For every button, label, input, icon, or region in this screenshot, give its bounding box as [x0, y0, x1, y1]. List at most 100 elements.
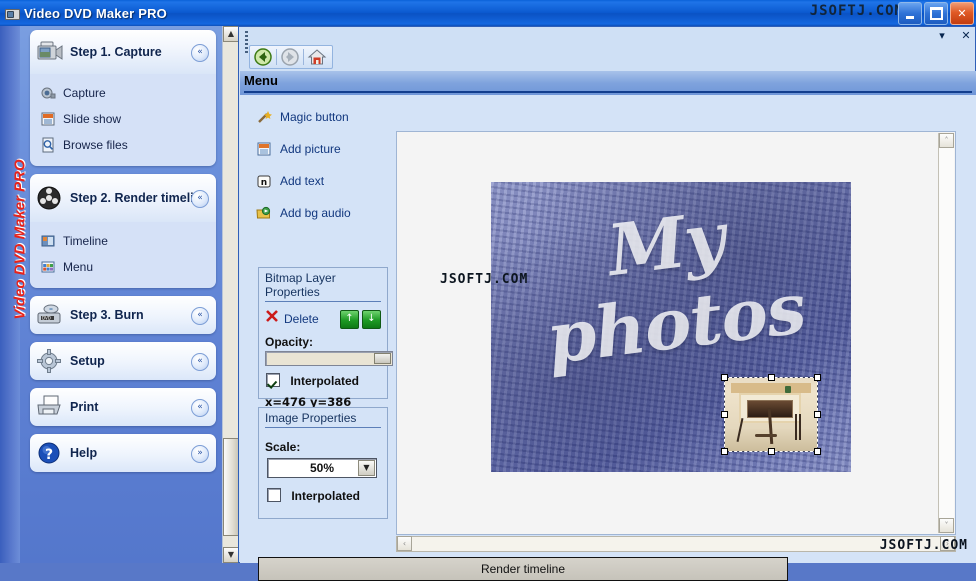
menu-canvas[interactable]: My photos — [396, 131, 956, 535]
opacity-label: Opacity: — [259, 329, 387, 351]
render-timeline-button[interactable]: Render timeline — [258, 557, 788, 581]
menu-grid-icon — [40, 259, 56, 275]
bitmap-interpolated-row[interactable]: Interpolated — [259, 366, 387, 388]
heading-rule — [244, 91, 972, 93]
back-icon[interactable] — [253, 47, 273, 67]
scroll-up-button[interactable]: ˄ — [939, 133, 954, 148]
chevron-down-icon[interactable]: » — [191, 445, 209, 463]
canvas-horizontal-scrollbar[interactable]: ‹ › — [396, 536, 956, 552]
image-properties-group: Image Properties Scale: 50% ▼ Interpolat… — [258, 407, 388, 519]
image-interpolated-checkbox[interactable] — [267, 488, 281, 502]
scrollbar-thumb[interactable] — [223, 438, 239, 536]
pane-header-step1[interactable]: Step 1. Capture « — [30, 30, 216, 74]
chevron-up-icon[interactable]: « — [191, 353, 209, 371]
menu-background-image[interactable]: My photos — [491, 182, 851, 472]
toolbar-separator — [303, 49, 304, 65]
resize-handle-ne[interactable] — [814, 374, 821, 381]
group-rule — [265, 301, 381, 302]
close-icon[interactable]: ✕ — [959, 29, 973, 43]
bitmap-interpolated-label: Interpolated — [290, 374, 359, 388]
svg-text:?: ? — [45, 447, 53, 463]
pane-title-step1: Step 1. Capture — [70, 46, 162, 59]
resize-handle-w[interactable] — [721, 411, 728, 418]
link-magic-button[interactable]: Magic button — [246, 101, 386, 133]
canvas-vertical-scrollbar[interactable]: ˄ ˅ — [938, 133, 954, 533]
scroll-down-button[interactable]: ▼ — [223, 547, 239, 563]
chevron-up-icon[interactable]: « — [191, 44, 209, 62]
chevron-up-icon[interactable]: « — [191, 190, 209, 208]
home-icon[interactable] — [307, 47, 327, 67]
minimize-button[interactable] — [898, 2, 922, 25]
window-title: Video DVD Maker PRO — [24, 6, 167, 21]
resize-handle-n[interactable] — [768, 374, 775, 381]
add-text-icon: n — [256, 173, 272, 189]
title-watermark: JSOFTJ.COM — [810, 3, 904, 19]
resize-handle-s[interactable] — [768, 448, 775, 455]
slider-thumb[interactable] — [374, 353, 391, 364]
resize-handle-se[interactable] — [814, 448, 821, 455]
resize-handle-sw[interactable] — [721, 448, 728, 455]
pane-body-step1: Capture Slide show — [30, 74, 216, 166]
close-button[interactable]: ✕ — [950, 2, 974, 25]
scale-value: 50% — [310, 461, 334, 475]
sidebar-pane-step1: Step 1. Capture « Capture — [30, 30, 216, 166]
sidebar-item-label: Slide show — [63, 112, 121, 126]
pane-header-step3[interactable]: DVD Step 3. Burn « — [30, 296, 216, 334]
link-add-bg-audio[interactable]: Add bg audio — [246, 197, 386, 229]
link-add-text[interactable]: n Add text — [246, 165, 386, 197]
sidebar-item-browse-files[interactable]: Browse files — [30, 132, 216, 158]
scale-select[interactable]: 50% ▼ — [267, 458, 377, 478]
pane-header-step2[interactable]: Step 2. Render timeline « — [30, 174, 216, 222]
move-layer-down-button[interactable]: ↓ — [362, 310, 381, 329]
sidebar-pane-step3: DVD Step 3. Burn « — [30, 296, 216, 334]
image-interpolated-row[interactable]: Interpolated — [259, 478, 387, 503]
sidebar-item-menu[interactable]: Menu — [30, 254, 216, 280]
scroll-down-button[interactable]: ˅ — [939, 518, 954, 533]
sidebar-pane-step2: Step 2. Render timeline « Timeline — [30, 174, 216, 288]
chevron-up-icon[interactable]: « — [191, 399, 209, 417]
scroll-left-button[interactable]: ‹ — [397, 536, 412, 551]
svg-text:DVD: DVD — [42, 316, 51, 321]
delete-button[interactable]: Delete — [284, 312, 319, 326]
opacity-slider[interactable] — [265, 351, 393, 366]
sidebar-item-slide-show[interactable]: Slide show — [30, 106, 216, 132]
window-controls: ✕ — [898, 2, 974, 25]
chevron-up-icon[interactable]: « — [191, 307, 209, 325]
timeline-icon — [40, 233, 56, 249]
sidebar-item-label: Menu — [63, 260, 93, 274]
camcorder-icon — [4, 6, 20, 20]
pane-body-step2: Timeline — [30, 222, 216, 288]
scroll-up-button[interactable]: ▲ — [223, 26, 239, 42]
selected-photo-layer[interactable] — [725, 378, 817, 451]
sidebar-item-timeline[interactable]: Timeline — [30, 228, 216, 254]
brand-text: Video DVD Maker PRO — [12, 125, 29, 355]
move-layer-up-button[interactable]: ↑ — [340, 310, 359, 329]
menu-title-text[interactable]: My photos — [491, 182, 851, 386]
resize-handle-e[interactable] — [814, 411, 821, 418]
bitmap-interpolated-checkbox[interactable] — [266, 373, 280, 387]
link-add-picture[interactable]: Add picture — [246, 133, 386, 165]
sidebar-item-capture[interactable]: Capture — [30, 80, 216, 106]
page-title: Menu — [244, 73, 278, 88]
sidebar-pane-print: Print « — [30, 388, 216, 426]
sidebar-scrollbar[interactable]: ▲ ▼ — [222, 26, 239, 563]
gear-icon — [35, 346, 65, 376]
pane-header-setup[interactable]: Setup « — [30, 342, 216, 380]
page-heading-band: Menu — [240, 71, 976, 95]
restore-button[interactable]: ▾ — [935, 29, 949, 43]
sidebar-pane-setup: Setup « — [30, 342, 216, 380]
maximize-button[interactable] — [924, 2, 948, 25]
toolbar-gripper[interactable] — [245, 31, 248, 53]
task-pane-list: Step 1. Capture « Capture — [30, 30, 216, 480]
group-title: Bitmap Layer Properties — [259, 268, 387, 301]
link-label: Add text — [280, 174, 324, 188]
pane-header-print[interactable]: Print « — [30, 388, 216, 426]
sidebar-item-label: Capture — [63, 86, 106, 100]
pane-title-print: Print — [70, 401, 98, 414]
pane-header-help[interactable]: ? Help » — [30, 434, 216, 472]
browse-files-icon — [40, 137, 56, 153]
resize-handle-nw[interactable] — [721, 374, 728, 381]
pane-title-step3: Step 3. Burn — [70, 309, 144, 322]
chevron-down-icon[interactable]: ▼ — [358, 460, 375, 476]
document-window-controls: ▾ ✕ — [935, 29, 973, 43]
